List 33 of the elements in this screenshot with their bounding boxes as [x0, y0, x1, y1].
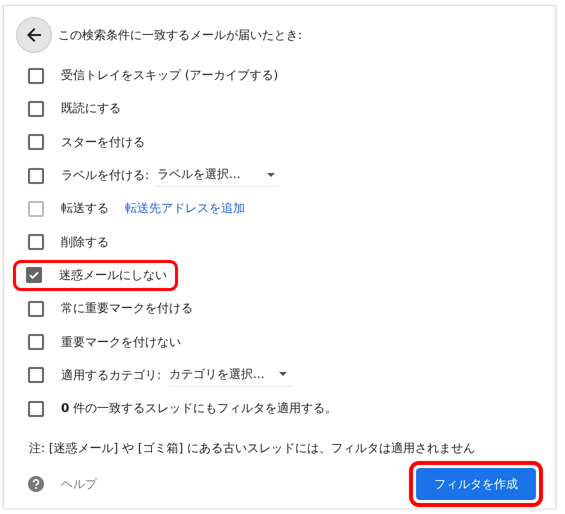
checkbox[interactable] [28, 400, 44, 417]
checkmark-icon [28, 269, 40, 282]
option-label: ラベルを付ける: [61, 167, 150, 184]
note-text: 注: [迷惑メール] や [ゴミ箱] にある古いスレッドには、フィルタは適用されません [28, 440, 476, 458]
dropdown[interactable]: カテゴリを選択... [169, 364, 292, 387]
option-label: 迷惑メールにしない [59, 266, 167, 284]
checkbox[interactable] [28, 367, 44, 384]
checkbox[interactable] [28, 68, 44, 84]
option-label: 常に重要マークを付ける [61, 300, 193, 318]
help-icon[interactable] [28, 476, 44, 492]
checkbox[interactable] [28, 100, 44, 117]
option-label: 削除する [61, 234, 109, 251]
checkbox[interactable] [28, 334, 44, 350]
checkbox[interactable] [28, 134, 44, 150]
option-label: 適用するカテゴリ: [61, 366, 162, 384]
option-label: スターを付ける [61, 134, 145, 151]
checkbox[interactable] [28, 168, 44, 184]
caret-icon [279, 372, 288, 376]
help-link[interactable]: ヘルプ [61, 476, 97, 493]
option-label: 受信トレイをスキップ (アーカイブする) [61, 67, 278, 84]
back-arrow-icon [26, 27, 42, 43]
checkbox[interactable] [28, 234, 44, 250]
caret-icon [267, 172, 276, 177]
dropdown[interactable]: ラベルを選択... [157, 164, 280, 188]
option-label: 転送する [61, 200, 109, 218]
create-filter-button[interactable]: フィルタを作成 [416, 468, 536, 500]
checkbox[interactable] [28, 300, 44, 317]
option-label: 0 件の一致するスレッドにもフィルタを適用する。 [61, 400, 338, 418]
checkbox[interactable] [26, 267, 42, 284]
option-label: 既読にする [61, 100, 121, 118]
dialog-title: この検索条件に一致するメールが届いたとき: [58, 26, 302, 44]
option-label: 重要マークを付けない [61, 334, 181, 351]
back-button[interactable] [16, 17, 52, 53]
